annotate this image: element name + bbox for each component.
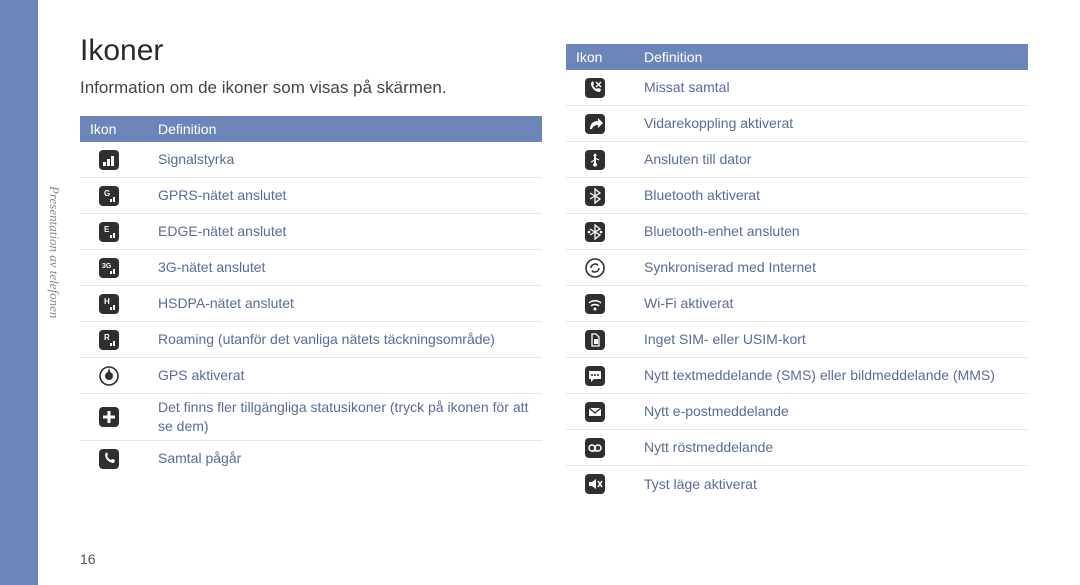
bluetooth-icon [584, 185, 606, 207]
missed-call-icon [584, 77, 606, 99]
3g-icon: 3G [98, 257, 120, 279]
row-definition: 3G-nätet anslutet [158, 258, 542, 277]
table-row: Samtal pågår [80, 441, 542, 477]
svg-text:R: R [104, 333, 110, 342]
icon-table-left: Ikon Definition Signalstyrka G GPRS-näte… [80, 116, 542, 477]
header-def: Definition [158, 121, 542, 137]
no-sim-icon [584, 329, 606, 351]
svg-text:G: G [104, 189, 110, 198]
table-row: Inget SIM- eller USIM-kort [566, 322, 1028, 358]
sidebar-section-label: Presentation av telefonen [46, 186, 62, 318]
svg-text:3G: 3G [102, 263, 112, 270]
row-definition: Inget SIM- eller USIM-kort [644, 330, 1028, 349]
call-forward-icon [584, 113, 606, 135]
sms-mms-icon [584, 365, 606, 387]
more-status-icon [98, 406, 120, 428]
row-definition: Bluetooth aktiverat [644, 186, 1028, 205]
table-row: Nytt röstmeddelande [566, 430, 1028, 466]
edge-icon: E [98, 221, 120, 243]
row-definition: Missat samtal [644, 78, 1028, 97]
voicemail-icon [584, 437, 606, 459]
silent-icon [584, 473, 606, 495]
table-header: Ikon Definition [566, 44, 1028, 70]
icon-table-right: Ikon Definition Missat samtal Vidarekopp… [566, 44, 1028, 502]
row-definition: Synkroniserad med Internet [644, 258, 1028, 277]
header-ikon: Ikon [80, 121, 158, 137]
page-subtitle: Information om de ikoner som visas på sk… [80, 78, 447, 98]
left-accent-strip [0, 0, 38, 585]
table-row: Det finns fler tillgängliga statusikoner… [80, 394, 542, 441]
table-row: Ansluten till dator [566, 142, 1028, 178]
row-definition: Ansluten till dator [644, 150, 1028, 169]
table-row: Tyst läge aktiverat [566, 466, 1028, 502]
row-definition: Samtal pågår [158, 449, 542, 468]
row-definition: Signalstyrka [158, 150, 542, 169]
row-definition: Nytt röstmeddelande [644, 438, 1028, 457]
svg-text:E: E [104, 225, 110, 234]
row-definition: Tyst läge aktiverat [644, 475, 1028, 494]
row-definition: Wi-Fi aktiverat [644, 294, 1028, 313]
table-row: Nytt e-postmeddelande [566, 394, 1028, 430]
row-definition: Bluetooth-enhet ansluten [644, 222, 1028, 241]
row-definition: Roaming (utanför det vanliga nätets täck… [158, 330, 542, 349]
table-row: Signalstyrka [80, 142, 542, 178]
row-definition: Nytt textmeddelande (SMS) eller bildmedd… [644, 366, 1028, 385]
row-definition: EDGE-nätet anslutet [158, 222, 542, 241]
row-definition: Vidarekoppling aktiverat [644, 114, 1028, 133]
table-row: 3G 3G-nätet anslutet [80, 250, 542, 286]
bt-connected-icon [584, 221, 606, 243]
email-icon [584, 401, 606, 423]
table-row: G GPRS-nätet anslutet [80, 178, 542, 214]
header-def: Definition [644, 49, 1028, 65]
row-definition: Det finns fler tillgängliga statusikoner… [158, 398, 542, 436]
table-row: GPS aktiverat [80, 358, 542, 394]
row-definition: GPRS-nätet anslutet [158, 186, 542, 205]
row-definition: HSDPA-nätet anslutet [158, 294, 542, 313]
table-row: R Roaming (utanför det vanliga nätets tä… [80, 322, 542, 358]
table-row: Synkroniserad med Internet [566, 250, 1028, 286]
header-ikon: Ikon [566, 49, 644, 65]
table-row: H HSDPA-nätet anslutet [80, 286, 542, 322]
table-row: Bluetooth-enhet ansluten [566, 214, 1028, 250]
table-header: Ikon Definition [80, 116, 542, 142]
gprs-icon: G [98, 185, 120, 207]
wifi-icon [584, 293, 606, 315]
row-definition: GPS aktiverat [158, 366, 542, 385]
roaming-icon: R [98, 329, 120, 351]
table-row: Missat samtal [566, 70, 1028, 106]
gps-icon [98, 365, 120, 387]
svg-text:H: H [104, 297, 110, 306]
table-row: E EDGE-nätet anslutet [80, 214, 542, 250]
table-row: Bluetooth aktiverat [566, 178, 1028, 214]
page-number: 16 [80, 551, 96, 567]
table-row: Nytt textmeddelande (SMS) eller bildmedd… [566, 358, 1028, 394]
table-row: Wi-Fi aktiverat [566, 286, 1028, 322]
row-definition: Nytt e-postmeddelande [644, 402, 1028, 421]
signal-icon [98, 149, 120, 171]
call-active-icon [98, 448, 120, 470]
table-row: Vidarekoppling aktiverat [566, 106, 1028, 142]
sync-icon [584, 257, 606, 279]
hsdpa-icon: H [98, 293, 120, 315]
usb-icon [584, 149, 606, 171]
page-title: Ikoner [80, 34, 163, 68]
